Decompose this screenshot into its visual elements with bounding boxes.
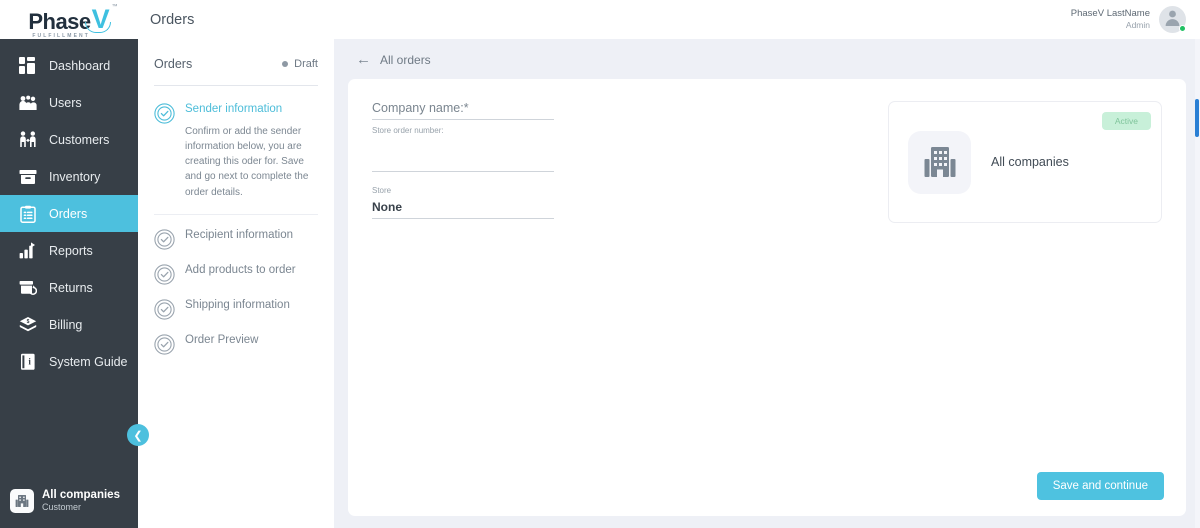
store-field[interactable]: Store None xyxy=(372,172,554,219)
brand-logo[interactable]: Phase V ™ FULFILLMENT xyxy=(0,0,138,39)
sidebar-item-orders[interactable]: Orders xyxy=(0,195,138,232)
returns-icon xyxy=(18,278,37,297)
brand-name: Phase xyxy=(28,9,91,34)
sidebar-item-label: Customers xyxy=(49,132,110,147)
user-menu[interactable]: PhaseV LastName Admin xyxy=(1071,6,1186,33)
content-area: Orders Draft Sender information Confirm … xyxy=(138,39,1200,528)
page-scrollbar[interactable] xyxy=(1195,39,1200,528)
sidebar-nav: Dashboard Users Customers Inventory Orde… xyxy=(0,39,138,488)
online-status-dot xyxy=(1179,25,1186,32)
status-dot-icon xyxy=(282,61,289,67)
dashboard-icon xyxy=(18,56,37,75)
sidebar-item-users[interactable]: Users xyxy=(0,84,138,121)
page-title: Orders xyxy=(150,11,195,28)
check-circle-icon xyxy=(154,334,175,355)
check-circle-icon xyxy=(154,299,175,320)
steps-header: Orders Draft xyxy=(154,57,318,86)
sidebar-item-inventory[interactable]: Inventory xyxy=(0,158,138,195)
store-order-number-label: Store order number: xyxy=(372,126,444,135)
account-name: All companies xyxy=(42,488,120,501)
step-add-products-to-order[interactable]: Add products to order xyxy=(154,250,318,285)
sidebar-account[interactable]: All companies Customer xyxy=(0,488,138,528)
store-order-number-field[interactable]: Store order number: xyxy=(372,120,554,172)
step-sender-information[interactable]: Sender information Confirm or add the se… xyxy=(154,86,318,215)
reports-icon xyxy=(18,241,37,260)
sidebar-item-label: Inventory xyxy=(49,169,101,184)
users-icon xyxy=(18,93,37,112)
sidebar-item-returns[interactable]: Returns xyxy=(0,269,138,306)
user-role: Admin xyxy=(1125,20,1150,31)
store-label: Store xyxy=(372,186,392,195)
main-region: Orders PhaseV LastName Admin Orders Draf… xyxy=(138,0,1200,528)
sidebar-item-reports[interactable]: Reports xyxy=(0,232,138,269)
sidebar-item-label: System Guide xyxy=(49,354,128,369)
step-description: Confirm or add the sender information be… xyxy=(185,125,309,198)
step-recipient-information[interactable]: Recipient information xyxy=(154,215,318,250)
sidebar-item-label: Reports xyxy=(49,243,93,258)
scrollbar-thumb[interactable] xyxy=(1195,99,1199,137)
sender-form: Company name:* Store order number: Store… xyxy=(372,101,554,494)
store-value: None xyxy=(372,200,402,214)
company-name-field[interactable]: Company name:* xyxy=(372,101,554,120)
save-and-continue-button[interactable]: Save and continue xyxy=(1036,472,1164,500)
sidebar: Phase V ™ FULFILLMENT Dashboard Users Cu… xyxy=(0,0,149,528)
orders-icon xyxy=(18,204,37,223)
sender-information-card: Company name:* Store order number: Store… xyxy=(348,79,1186,516)
step-label: Order Preview xyxy=(185,333,259,346)
sidebar-item-label: Billing xyxy=(49,317,83,332)
trademark-symbol: ™ xyxy=(111,4,118,10)
form-spacer xyxy=(574,101,868,494)
sidebar-collapse-button[interactable]: ❮ xyxy=(127,424,149,446)
sidebar-item-dashboard[interactable]: Dashboard xyxy=(0,47,138,84)
avatar[interactable] xyxy=(1159,6,1186,33)
sidebar-item-label: Returns xyxy=(49,280,93,295)
back-to-all-orders-link[interactable]: ← All orders xyxy=(348,52,1186,79)
step-order-preview[interactable]: Order Preview xyxy=(154,320,318,355)
topbar: Orders PhaseV LastName Admin xyxy=(138,0,1200,39)
sidebar-item-label: Orders xyxy=(49,206,88,221)
building-icon xyxy=(10,488,34,513)
check-circle-icon xyxy=(154,103,175,124)
order-steps-panel: Orders Draft Sender information Confirm … xyxy=(138,39,334,528)
status-badge: Draft xyxy=(282,58,318,70)
step-label: Add products to order xyxy=(185,263,296,276)
active-badge: Active xyxy=(1101,112,1151,130)
store-order-number-input[interactable] xyxy=(372,135,554,171)
sidebar-item-system-guide[interactable]: i System Guide xyxy=(0,343,138,380)
status-label: Draft xyxy=(294,58,318,70)
building-icon xyxy=(908,130,971,194)
step-shipping-information[interactable]: Shipping information xyxy=(154,285,318,320)
account-role: Customer xyxy=(42,502,82,513)
company-name-label: Company name:* xyxy=(372,101,469,115)
step-label: Sender information xyxy=(185,103,283,115)
company-name-value: All companies xyxy=(991,155,1069,169)
steps-title: Orders xyxy=(154,57,193,71)
sidebar-item-customers[interactable]: Customers xyxy=(0,121,138,158)
check-circle-icon xyxy=(154,264,175,285)
app-root: Phase V ™ FULFILLMENT Dashboard Users Cu… xyxy=(0,0,1200,528)
brand-tagline: FULFILLMENT xyxy=(32,33,90,39)
order-form-region: ← All orders Company name:* Store order … xyxy=(334,39,1200,528)
check-circle-icon xyxy=(154,229,175,250)
user-name: PhaseV LastName xyxy=(1070,7,1150,19)
sidebar-item-billing[interactable]: $ Billing xyxy=(0,306,138,343)
billing-icon: $ xyxy=(18,315,37,334)
back-link-label: All orders xyxy=(380,52,431,67)
customers-icon xyxy=(18,130,37,149)
arrow-left-icon: ← xyxy=(356,51,371,68)
svg-text:$: $ xyxy=(26,319,29,325)
system-guide-icon: i xyxy=(18,352,37,371)
sidebar-item-label: Users xyxy=(49,95,82,110)
company-summary-card[interactable]: Active All companies xyxy=(888,101,1162,223)
sidebar-item-label: Dashboard xyxy=(49,58,111,73)
card-actions: Save and continue xyxy=(1036,472,1164,500)
step-label: Shipping information xyxy=(185,298,290,311)
step-label: Recipient information xyxy=(185,228,294,241)
chevron-left-icon: ❮ xyxy=(133,429,143,442)
inventory-icon xyxy=(18,167,37,186)
